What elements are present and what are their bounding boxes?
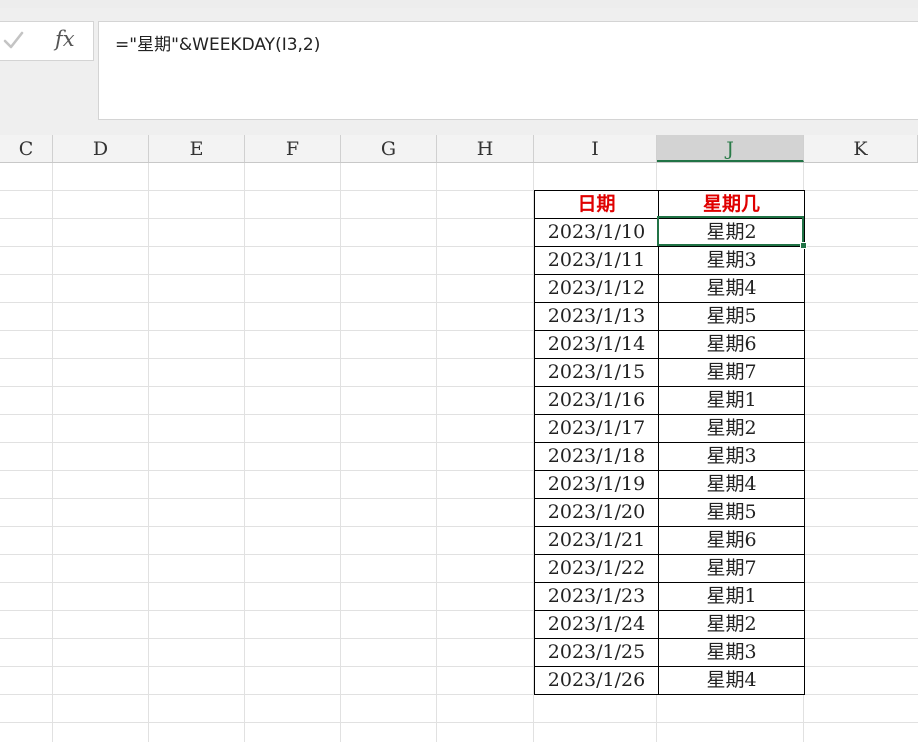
table-row: 2023/1/15 星期7: [534, 358, 805, 387]
table-header-row: 日期 星期几: [534, 190, 805, 219]
table-row: 2023/1/23 星期1: [534, 582, 805, 611]
gridline-vertical: [340, 163, 341, 742]
table-row: 2023/1/19 星期4: [534, 470, 805, 499]
weekday-cell[interactable]: 星期4: [658, 470, 805, 499]
weekday-header-cell[interactable]: 星期几: [658, 190, 805, 219]
formula-bar-controls: fx: [0, 21, 94, 61]
date-cell[interactable]: 2023/1/13: [534, 302, 659, 331]
weekday-cell[interactable]: 星期5: [658, 302, 805, 331]
weekday-cell[interactable]: 星期1: [658, 582, 805, 611]
weekday-cell[interactable]: 星期7: [658, 358, 805, 387]
date-cell[interactable]: 2023/1/15: [534, 358, 659, 387]
gridline-horizontal: [0, 722, 918, 723]
weekday-cell[interactable]: 星期1: [658, 386, 805, 415]
date-cell[interactable]: 2023/1/22: [534, 554, 659, 583]
table-row: 2023/1/10 星期2: [534, 218, 805, 247]
column-header-e[interactable]: E: [149, 135, 245, 162]
date-cell[interactable]: 2023/1/26: [534, 666, 659, 695]
date-cell[interactable]: 2023/1/21: [534, 526, 659, 555]
weekday-cell[interactable]: 星期5: [658, 498, 805, 527]
date-cell[interactable]: 2023/1/20: [534, 498, 659, 527]
column-header-g[interactable]: G: [341, 135, 437, 162]
date-cell[interactable]: 2023/1/23: [534, 582, 659, 611]
weekday-cell[interactable]: 星期6: [658, 330, 805, 359]
weekday-cell[interactable]: 星期2: [658, 610, 805, 639]
date-cell[interactable]: 2023/1/10: [534, 218, 659, 247]
gridline-vertical: [52, 163, 53, 742]
weekday-cell[interactable]: 星期4: [658, 666, 805, 695]
weekday-cell[interactable]: 星期2: [658, 218, 805, 247]
weekday-cell[interactable]: 星期7: [658, 554, 805, 583]
table-row: 2023/1/24 星期2: [534, 610, 805, 639]
table-row: 2023/1/18 星期3: [534, 442, 805, 471]
weekday-cell[interactable]: 星期6: [658, 526, 805, 555]
date-cell[interactable]: 2023/1/17: [534, 414, 659, 443]
column-header-k[interactable]: K: [804, 135, 918, 162]
date-cell[interactable]: 2023/1/19: [534, 470, 659, 499]
table-row: 2023/1/17 星期2: [534, 414, 805, 443]
weekday-cell[interactable]: 星期3: [658, 638, 805, 667]
fx-icon[interactable]: fx: [55, 27, 75, 51]
spreadsheet-grid[interactable]: 日期 星期几 2023/1/10 星期2 2023/1/11 星期3 2023/1/12…: [0, 163, 918, 742]
fill-handle[interactable]: [800, 242, 807, 249]
date-cell[interactable]: 2023/1/24: [534, 610, 659, 639]
column-header-j[interactable]: J: [657, 135, 804, 162]
date-header-cell[interactable]: 日期: [534, 190, 659, 219]
weekday-cell[interactable]: 星期3: [658, 246, 805, 275]
formula-input[interactable]: ="星期"&WEEKDAY(I3,2): [98, 21, 918, 120]
table-row: 2023/1/22 星期7: [534, 554, 805, 583]
table-row: 2023/1/21 星期6: [534, 526, 805, 555]
date-cell[interactable]: 2023/1/16: [534, 386, 659, 415]
column-header-f[interactable]: F: [245, 135, 341, 162]
table-row: 2023/1/26 星期4: [534, 666, 805, 695]
table-row: 2023/1/12 星期4: [534, 274, 805, 303]
column-header-bar: CDEFGHIJK: [0, 135, 918, 163]
table-row: 2023/1/11 星期3: [534, 246, 805, 275]
weekday-cell[interactable]: 星期4: [658, 274, 805, 303]
date-cell[interactable]: 2023/1/12: [534, 274, 659, 303]
check-icon[interactable]: [2, 28, 24, 52]
table-row: 2023/1/25 星期3: [534, 638, 805, 667]
weekday-cell[interactable]: 星期3: [658, 442, 805, 471]
date-cell[interactable]: 2023/1/18: [534, 442, 659, 471]
weekday-cell[interactable]: 星期2: [658, 414, 805, 443]
column-header-i[interactable]: I: [534, 135, 657, 162]
date-cell[interactable]: 2023/1/14: [534, 330, 659, 359]
table-row: 2023/1/20 星期5: [534, 498, 805, 527]
column-header-d[interactable]: D: [53, 135, 149, 162]
gridline-vertical: [436, 163, 437, 742]
table-row: 2023/1/14 星期6: [534, 330, 805, 359]
formula-bar: fx ="星期"&WEEKDAY(I3,2): [0, 8, 918, 135]
gridline-vertical: [148, 163, 149, 742]
table-row: 2023/1/16 星期1: [534, 386, 805, 415]
table-row: 2023/1/13 星期5: [534, 302, 805, 331]
column-header-h[interactable]: H: [437, 135, 534, 162]
column-header-c[interactable]: C: [0, 135, 53, 162]
date-cell[interactable]: 2023/1/25: [534, 638, 659, 667]
data-table: 日期 星期几 2023/1/10 星期2 2023/1/11 星期3 2023/1/12…: [534, 190, 805, 695]
gridline-vertical: [244, 163, 245, 742]
date-cell[interactable]: 2023/1/11: [534, 246, 659, 275]
